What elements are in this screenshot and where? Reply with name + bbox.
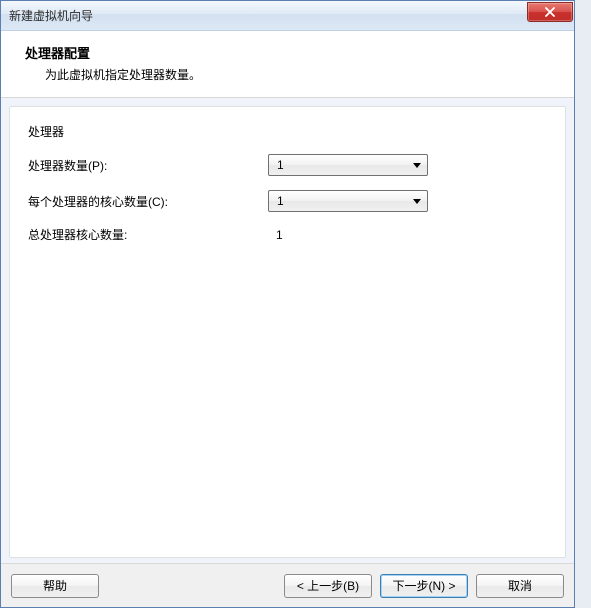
close-icon	[545, 7, 555, 17]
value-total-cores: 1	[268, 228, 283, 242]
next-button-label: 下一步(N) >	[392, 577, 455, 594]
back-button[interactable]: < 上一步(B)	[284, 574, 372, 598]
label-cpu-count: 处理器数量(P):	[28, 157, 268, 174]
dropdown-cpu-count-value: 1	[277, 158, 284, 172]
footer: 帮助 < 上一步(B) 下一步(N) > 取消	[1, 563, 574, 607]
window-title: 新建虚拟机向导	[9, 7, 93, 24]
close-button[interactable]	[527, 2, 573, 22]
titlebar: 新建虚拟机向导	[1, 1, 574, 31]
cancel-button-label: 取消	[508, 577, 532, 594]
dropdown-cpu-count[interactable]: 1	[268, 154, 428, 176]
label-total-cores: 总处理器核心数量:	[28, 226, 268, 243]
header-panel: 处理器配置 为此虚拟机指定处理器数量。	[1, 31, 574, 98]
row-cores-per-cpu: 每个处理器的核心数量(C): 1	[28, 190, 547, 212]
page-title: 处理器配置	[25, 43, 550, 62]
footer-right: < 上一步(B) 下一步(N) > 取消	[284, 574, 564, 598]
dropdown-cores-value: 1	[277, 194, 284, 208]
page-subtitle: 为此虚拟机指定处理器数量。	[25, 66, 550, 83]
body-panel: 处理器 处理器数量(P): 1 每个处理器的核心数量(C): 1 总处理器核心数…	[9, 106, 566, 558]
group-label-processors: 处理器	[28, 123, 547, 140]
back-button-label: < 上一步(B)	[297, 577, 359, 594]
chevron-down-icon	[413, 199, 421, 204]
cancel-button[interactable]: 取消	[476, 574, 564, 598]
dropdown-cores-per-cpu[interactable]: 1	[268, 190, 428, 212]
help-button[interactable]: 帮助	[11, 574, 99, 598]
row-total-cores: 总处理器核心数量: 1	[28, 226, 547, 243]
help-button-label: 帮助	[43, 577, 67, 594]
next-button[interactable]: 下一步(N) >	[380, 574, 468, 598]
chevron-down-icon	[413, 163, 421, 168]
row-cpu-count: 处理器数量(P): 1	[28, 154, 547, 176]
label-cores-per-cpu: 每个处理器的核心数量(C):	[28, 193, 268, 210]
wizard-window: 新建虚拟机向导 处理器配置 为此虚拟机指定处理器数量。 处理器 处理器数量(P)…	[0, 0, 575, 608]
